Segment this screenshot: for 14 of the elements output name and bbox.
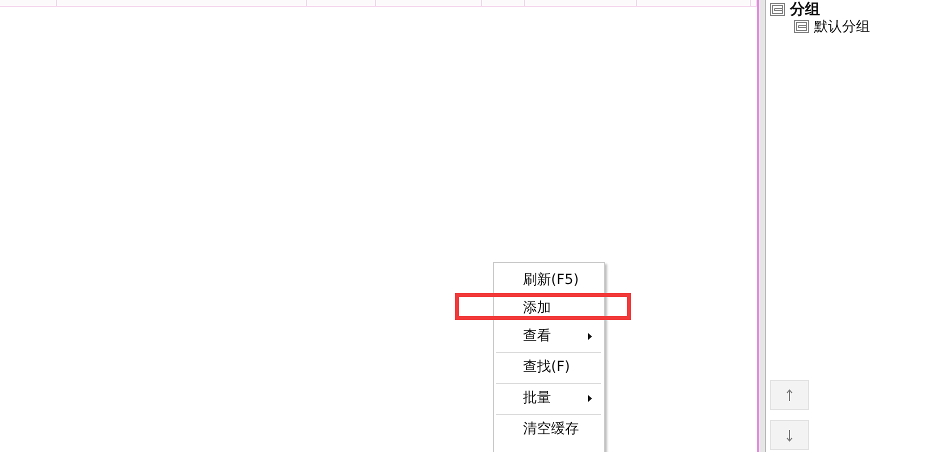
menu-item[interactable]: 查看	[494, 322, 604, 350]
menu-item[interactable]: 查找(F)	[496, 352, 601, 381]
up-arrow-icon	[786, 388, 793, 402]
expanded-node-icon[interactable]	[770, 3, 785, 16]
menu-item[interactable]: 刷新(F5)	[494, 266, 604, 294]
menu-item[interactable]: 清空缓存	[496, 414, 601, 443]
expanded-node-icon[interactable]	[794, 20, 809, 33]
submenu-arrow-icon	[588, 395, 592, 402]
submenu-arrow-icon	[588, 333, 592, 340]
menu-item[interactable]: 添加	[494, 294, 604, 322]
down-arrow-icon	[786, 428, 793, 442]
tree-item[interactable]: 默认分组	[814, 18, 870, 36]
menu-item[interactable]: 批量	[496, 383, 601, 412]
tree-item[interactable]: 分组	[790, 0, 820, 19]
